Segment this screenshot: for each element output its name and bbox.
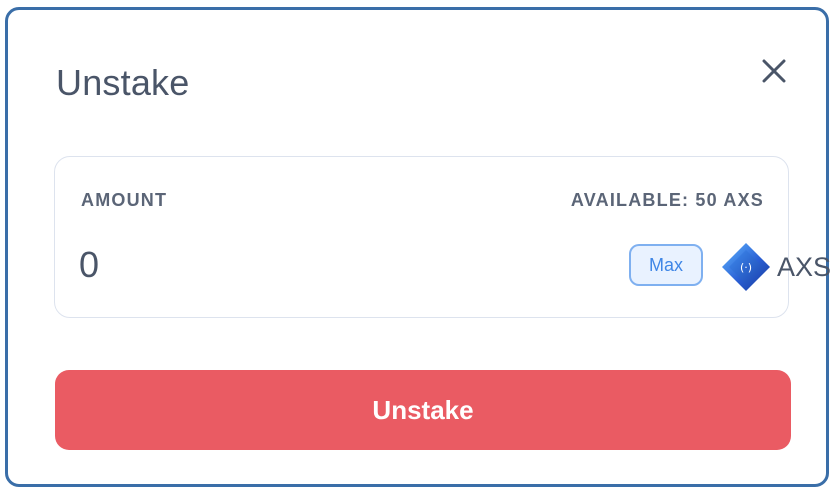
axs-token-icon: (·) (722, 243, 770, 291)
amount-label: AMOUNT (81, 190, 168, 210)
amount-input[interactable] (79, 243, 479, 287)
available-balance: AVAILABLE: 50 AXS (570, 190, 764, 210)
modal-title: Unstake (56, 62, 190, 103)
close-button[interactable] (756, 53, 792, 89)
token-symbol: AXS (777, 252, 832, 282)
unstake-modal: Unstake AMOUNT AVAILABLE: 50 AXS Max (5, 7, 831, 487)
close-icon (762, 59, 786, 83)
amount-card: AMOUNT AVAILABLE: 50 AXS Max (·) AXS (54, 156, 831, 318)
svg-text:(·): (·) (740, 261, 752, 274)
max-button[interactable]: Max (629, 244, 703, 286)
unstake-button[interactable]: Unstake (55, 370, 791, 450)
